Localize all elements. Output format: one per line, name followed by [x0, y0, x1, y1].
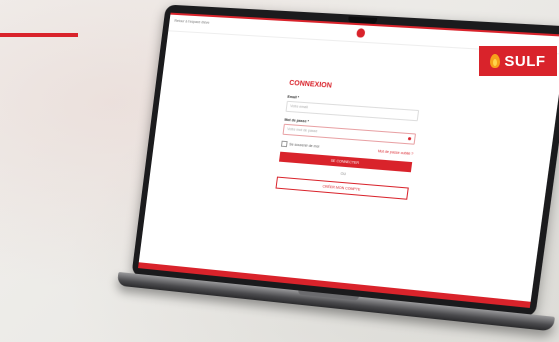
password-placeholder: Votre mot de passe — [286, 127, 318, 134]
remember-me[interactable]: Se souvenir de moi — [280, 140, 320, 150]
flame-icon — [490, 54, 501, 68]
remember-label: Se souvenir de moi — [289, 142, 320, 149]
back-link[interactable]: Retour à l'espace élève — [174, 19, 210, 25]
brand-badge: SULF — [479, 46, 557, 76]
show-password-icon[interactable] — [407, 137, 412, 141]
create-account-button[interactable]: CRÉER MON COMPTE — [275, 176, 409, 200]
logo-icon — [356, 28, 366, 38]
brand-name: SULF — [504, 52, 546, 70]
accent-line — [0, 33, 78, 37]
page-title: CONNEXION — [288, 79, 333, 90]
forgot-password-link[interactable]: Mot de passe oublié ? — [378, 149, 414, 156]
login-form: CONNEXION Email * Votre email Mot de pas… — [275, 80, 422, 200]
remember-checkbox[interactable] — [280, 140, 288, 148]
